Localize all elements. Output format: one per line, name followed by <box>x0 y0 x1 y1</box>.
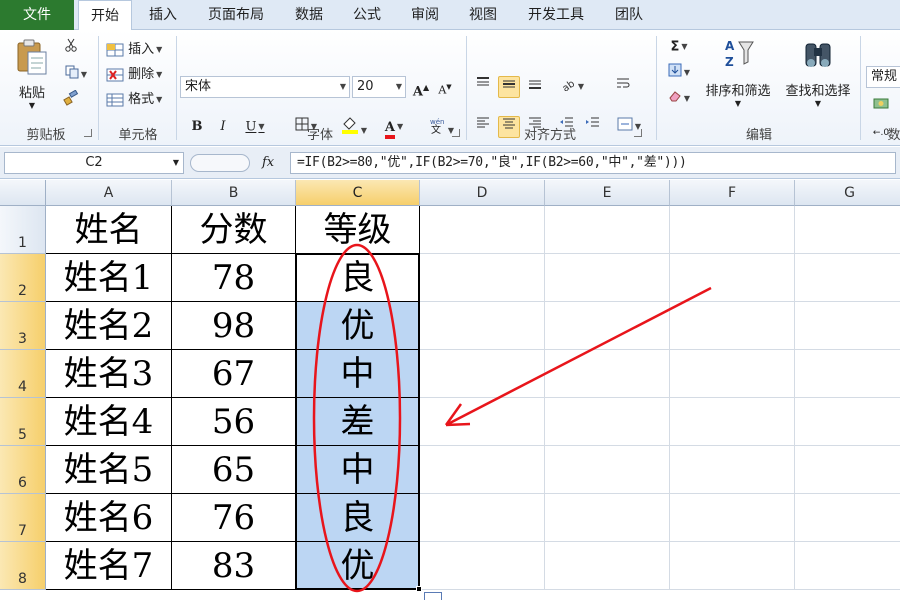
annotation-arrow-line <box>445 286 712 427</box>
annotation-ellipse <box>312 243 402 593</box>
annotation-overlay <box>312 243 712 593</box>
